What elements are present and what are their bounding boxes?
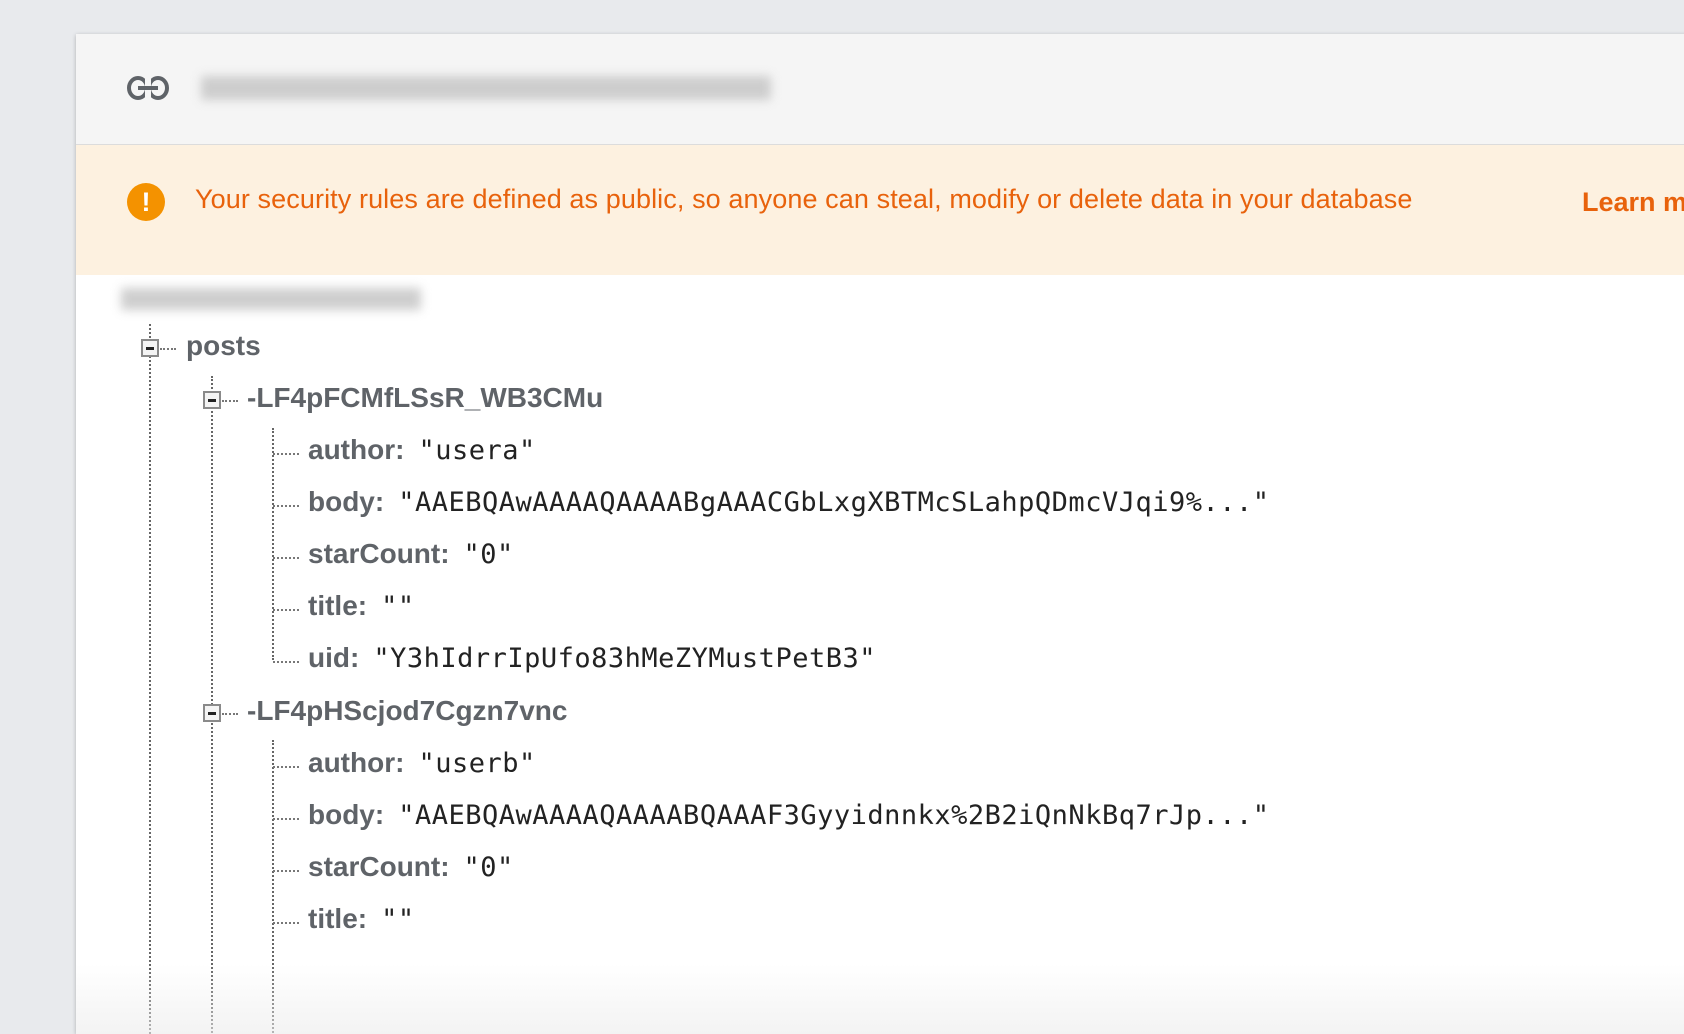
collapse-toggle-posts[interactable] bbox=[141, 339, 159, 357]
tree-line-root bbox=[149, 324, 151, 1034]
tree-connector bbox=[273, 505, 299, 507]
field-value[interactable]: "usera" bbox=[418, 435, 535, 466]
field-key: author: bbox=[308, 747, 405, 778]
field-row-author[interactable]: author: "usera" bbox=[308, 434, 536, 466]
collapse-toggle-post1[interactable] bbox=[203, 391, 221, 409]
collapse-toggle-post2[interactable] bbox=[203, 704, 221, 722]
field-value[interactable]: "Y3hIdrrIpUfo83hMeZYMustPetB3" bbox=[373, 643, 876, 674]
field-row-title[interactable]: title: "" bbox=[308, 903, 415, 935]
field-key: title: bbox=[308, 590, 368, 621]
tree-connector bbox=[273, 609, 299, 611]
field-key: author: bbox=[308, 434, 405, 465]
tree-connector bbox=[273, 453, 299, 455]
field-value[interactable]: "AAEBQAwAAAAQAAAABQAAAF3Gyyidnnkx%2B2iQn… bbox=[398, 800, 1269, 831]
tree-connector bbox=[222, 400, 238, 402]
field-key: starCount: bbox=[308, 538, 450, 569]
field-row-body[interactable]: body: "AAEBQAwAAAAQAAAABQAAAF3Gyyidnnkx%2… bbox=[308, 799, 1270, 831]
field-value[interactable]: "0" bbox=[464, 852, 514, 883]
tree-line-post1 bbox=[272, 428, 274, 660]
field-row-title[interactable]: title: "" bbox=[308, 590, 415, 622]
node-post1-key[interactable]: -LF4pFCMfLSsR_WB3CMu bbox=[247, 382, 603, 414]
field-key: title: bbox=[308, 903, 368, 934]
database-tree: posts -LF4pFCMfLSsR_WB3CMu author: "usera… bbox=[76, 34, 1684, 1034]
tree-connector bbox=[273, 557, 299, 559]
tree-connector bbox=[222, 713, 238, 715]
field-key: uid: bbox=[308, 642, 360, 673]
node-post2-key[interactable]: -LF4pHScjod7Cgzn7vnc bbox=[247, 695, 567, 727]
field-row-author[interactable]: author: "userb" bbox=[308, 747, 536, 779]
field-key: starCount: bbox=[308, 851, 450, 882]
tree-connector bbox=[273, 818, 299, 820]
field-key: body: bbox=[308, 486, 385, 517]
database-root-redacted[interactable] bbox=[121, 288, 421, 310]
database-panel: ! Your security rules are defined as pub… bbox=[76, 34, 1684, 1034]
field-row-starcount[interactable]: starCount: "0" bbox=[308, 538, 514, 570]
tree-connector bbox=[273, 870, 299, 872]
field-value[interactable]: "AAEBQAwAAAAQAAAABgAAACGbLxgXBTMcSLahpQD… bbox=[398, 487, 1269, 518]
field-value[interactable]: "0" bbox=[464, 539, 514, 570]
tree-connector bbox=[273, 766, 299, 768]
field-row-body[interactable]: body: "AAEBQAwAAAAQAAAABgAAACGbLxgXBTMcSL… bbox=[308, 486, 1270, 518]
tree-connector bbox=[273, 661, 299, 663]
tree-line-post2 bbox=[272, 740, 274, 1034]
field-key: body: bbox=[308, 799, 385, 830]
field-value[interactable]: "" bbox=[381, 591, 415, 622]
field-value[interactable]: "" bbox=[381, 904, 415, 935]
node-posts[interactable]: posts bbox=[186, 330, 261, 362]
tree-connector bbox=[160, 348, 176, 350]
tree-connector bbox=[273, 922, 299, 924]
field-row-uid[interactable]: uid: "Y3hIdrrIpUfo83hMeZYMustPetB3" bbox=[308, 642, 876, 674]
field-value[interactable]: "userb" bbox=[418, 748, 535, 779]
field-row-starcount[interactable]: starCount: "0" bbox=[308, 851, 514, 883]
